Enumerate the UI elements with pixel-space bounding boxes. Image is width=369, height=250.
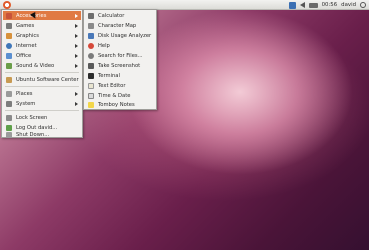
menu-item-label: Places <box>16 90 33 97</box>
menu-item-label: Lock Screen <box>16 114 48 121</box>
menu-item-search-for-files[interactable]: Search for Files... <box>85 51 155 60</box>
text-editor-icon <box>88 82 94 89</box>
menu-item-take-screenshot[interactable]: Take Screenshot <box>85 61 155 70</box>
calculator-icon <box>88 12 94 19</box>
menu-item-label: Graphics <box>16 32 39 39</box>
accessories-submenu: Calculator Character Map Disk Usage Anal… <box>83 9 157 110</box>
ubuntu-logo-icon[interactable] <box>3 1 11 9</box>
chevron-right-icon <box>75 63 78 68</box>
menu-item-office[interactable]: Office <box>3 51 81 60</box>
menu-item-label: Sound & Video <box>16 62 55 69</box>
system-icon <box>6 100 12 107</box>
chevron-right-icon <box>75 53 78 58</box>
chevron-right-icon <box>75 23 78 28</box>
screenshot-icon <box>88 62 94 69</box>
chevron-right-icon <box>75 13 78 18</box>
battery-icon[interactable] <box>308 2 318 8</box>
menu-item-label: Text Editor <box>98 82 126 89</box>
software-center-icon <box>6 76 12 83</box>
clock[interactable]: 00:56 <box>322 2 338 8</box>
time-date-icon <box>88 92 94 99</box>
menu-item-lock-screen[interactable]: Lock Screen <box>3 113 81 122</box>
menu-item-label: Disk Usage Analyzer <box>98 32 152 39</box>
disk-usage-icon <box>88 32 94 39</box>
applications-menu: Accessories Games Graphics Internet Offi… <box>1 9 83 138</box>
chevron-right-icon <box>75 101 78 106</box>
menu-item-games[interactable]: Games <box>3 21 81 30</box>
menu-item-label: Time & Date <box>98 92 131 99</box>
menu-separator <box>5 110 79 111</box>
menu-item-label: Office <box>16 52 32 59</box>
menu-item-label: Calculator <box>98 12 125 19</box>
menu-item-character-map[interactable]: Character Map <box>85 21 155 30</box>
menu-item-places[interactable]: Places <box>3 89 81 98</box>
games-icon <box>6 22 12 29</box>
menu-item-accessories[interactable]: Accessories <box>3 11 81 20</box>
menu-item-shut-down[interactable]: Shut Down... <box>3 132 81 138</box>
chevron-right-icon <box>75 43 78 48</box>
chevron-right-icon <box>75 33 78 38</box>
help-icon <box>88 42 94 49</box>
menu-item-calculator[interactable]: Calculator <box>85 11 155 20</box>
menu-separator <box>5 72 79 73</box>
menu-item-label: Search for Files... <box>98 52 143 59</box>
menu-item-software-center[interactable]: Ubuntu Software Center <box>3 75 81 84</box>
menu-item-terminal[interactable]: Terminal <box>85 71 155 80</box>
terminal-icon <box>88 72 94 79</box>
menu-item-label: Terminal <box>98 72 120 79</box>
places-icon <box>6 90 12 97</box>
menu-item-label: Help <box>98 42 110 49</box>
log-out-icon <box>6 124 12 131</box>
menu-item-help[interactable]: Help <box>85 41 155 50</box>
menu-item-log-out[interactable]: Log Out david... <box>3 123 81 132</box>
menu-item-label: Shut Down... <box>16 132 50 138</box>
system-tray: 00:56 david <box>288 0 366 10</box>
tomboy-notes-icon <box>88 101 94 108</box>
menu-item-text-editor[interactable]: Text Editor <box>85 81 155 90</box>
menu-item-label: Character Map <box>98 22 137 29</box>
menu-item-disk-usage-analyzer[interactable]: Disk Usage Analyzer <box>85 31 155 40</box>
sound-icon[interactable] <box>299 2 305 8</box>
search-files-icon <box>88 52 94 59</box>
menu-item-label: System <box>16 100 36 107</box>
menu-item-label: Ubuntu Software Center <box>16 76 79 83</box>
mail-icon[interactable] <box>288 1 296 9</box>
menu-item-graphics[interactable]: Graphics <box>3 31 81 40</box>
power-icon[interactable] <box>360 2 366 8</box>
shut-down-icon <box>6 132 12 138</box>
menu-item-internet[interactable]: Internet <box>3 41 81 50</box>
internet-icon <box>6 42 12 49</box>
sound-video-icon <box>6 62 12 69</box>
menu-item-time-date[interactable]: Time & Date <box>85 91 155 100</box>
menu-item-sound-video[interactable]: Sound & Video <box>3 61 81 70</box>
menu-item-label: Internet <box>16 42 37 49</box>
lock-screen-icon <box>6 114 12 121</box>
user-name[interactable]: david <box>341 2 356 8</box>
menu-item-tomboy-notes[interactable]: Tomboy Notes <box>85 100 155 109</box>
menu-separator <box>5 86 79 87</box>
graphics-icon <box>6 32 12 39</box>
menu-item-label: Games <box>16 22 35 29</box>
menu-item-label: Log Out david... <box>16 124 58 131</box>
chevron-right-icon <box>75 91 78 96</box>
menu-item-system[interactable]: System <box>3 99 81 108</box>
office-icon <box>6 52 12 59</box>
character-map-icon <box>88 22 94 29</box>
accessories-icon <box>6 12 12 19</box>
menu-item-label: Take Screenshot <box>98 62 141 69</box>
menu-item-label: Tomboy Notes <box>98 101 135 108</box>
